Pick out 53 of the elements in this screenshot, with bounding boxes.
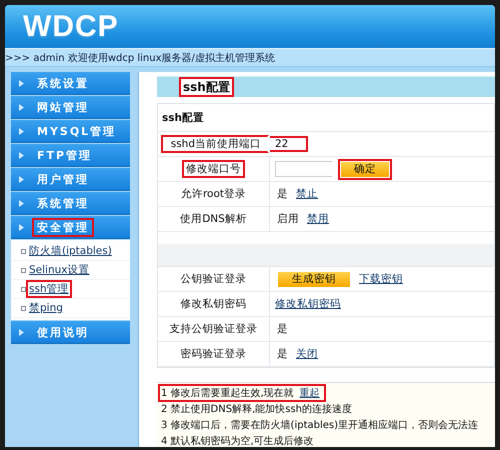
setting-value: 是 xyxy=(276,322,289,337)
triangle-icon xyxy=(19,104,24,110)
menu-label: 安全管理 xyxy=(32,218,94,236)
submenu-link[interactable]: 防火墙(iptables) xyxy=(26,242,115,260)
restart-link[interactable]: 重起 xyxy=(300,388,320,399)
action-link[interactable]: 关闭 xyxy=(296,347,318,361)
bullet-icon xyxy=(21,306,26,310)
submenu-link[interactable]: ssh管理 xyxy=(26,280,72,298)
setting-label: 修改私钥密码 xyxy=(180,297,248,312)
action-link[interactable]: 禁止 xyxy=(296,187,318,201)
menu-label: 用户管理 xyxy=(36,172,90,188)
setting-value: 22 xyxy=(270,136,308,152)
menu-label: 使用说明 xyxy=(36,324,90,340)
action-link[interactable]: 禁用 xyxy=(307,212,329,226)
menu-label: FTP管理 xyxy=(36,148,94,164)
note-text: 3 修改端口后，需要在防火墙(iptables)里开通相应端口，否则会无法连 xyxy=(160,418,480,433)
note-text: 4 默认私钥密码为空,可生成后修改 xyxy=(160,434,315,447)
setting-value: 是 xyxy=(276,187,289,202)
setting-label: 修改端口号 xyxy=(182,160,245,178)
logo: WDCP xyxy=(23,10,119,44)
setting-label: 支持公钥验证登录 xyxy=(168,322,258,337)
triangle-icon xyxy=(19,224,24,230)
setting-value: 是 xyxy=(276,347,289,362)
note-text: 2 禁止使用DNS解释,能加快ssh的连接速度 xyxy=(160,402,354,417)
triangle-icon xyxy=(19,128,24,134)
triangle-icon xyxy=(19,80,24,86)
menu-label: MYSQL管理 xyxy=(36,124,118,140)
port-input[interactable] xyxy=(275,161,332,177)
note-text: 1 修改后需要重起生效,现在就 重起 xyxy=(158,384,326,402)
menu-label: 网站管理 xyxy=(36,100,90,116)
bullet-icon xyxy=(21,268,26,272)
triangle-icon xyxy=(19,152,24,158)
tab[interactable]: ssh配置 xyxy=(179,77,234,97)
triangle-icon xyxy=(19,176,24,182)
bullet-icon xyxy=(21,286,26,292)
setting-label: sshd当前使用端口 xyxy=(160,135,269,153)
bullet-icon xyxy=(21,248,26,254)
menu-label: 系统管理 xyxy=(36,196,90,212)
action-link[interactable]: 下载密钥 xyxy=(359,272,403,286)
setting-label: 使用DNS解析 xyxy=(179,212,248,227)
menu-label: 系统设置 xyxy=(36,76,90,92)
submit-button[interactable]: 确定 xyxy=(338,158,392,180)
setting-label: 允许root登录 xyxy=(180,187,248,202)
setting-label: 密码验证登录 xyxy=(180,347,248,362)
submenu-link[interactable]: Selinux设置 xyxy=(26,261,92,279)
setting-value: 启用 xyxy=(276,212,300,227)
triangle-icon xyxy=(19,328,24,336)
action-link[interactable]: 修改私钥密码 xyxy=(275,297,341,311)
section-title: ssh配置 xyxy=(162,110,204,124)
welcome-text: >>> admin 欢迎使用wdcp linux服务器/虚拟主机管理系统 xyxy=(5,52,275,64)
submenu-link[interactable]: 禁ping xyxy=(26,299,66,317)
triangle-icon xyxy=(19,200,24,206)
setting-label: 公钥验证登录 xyxy=(180,272,248,287)
